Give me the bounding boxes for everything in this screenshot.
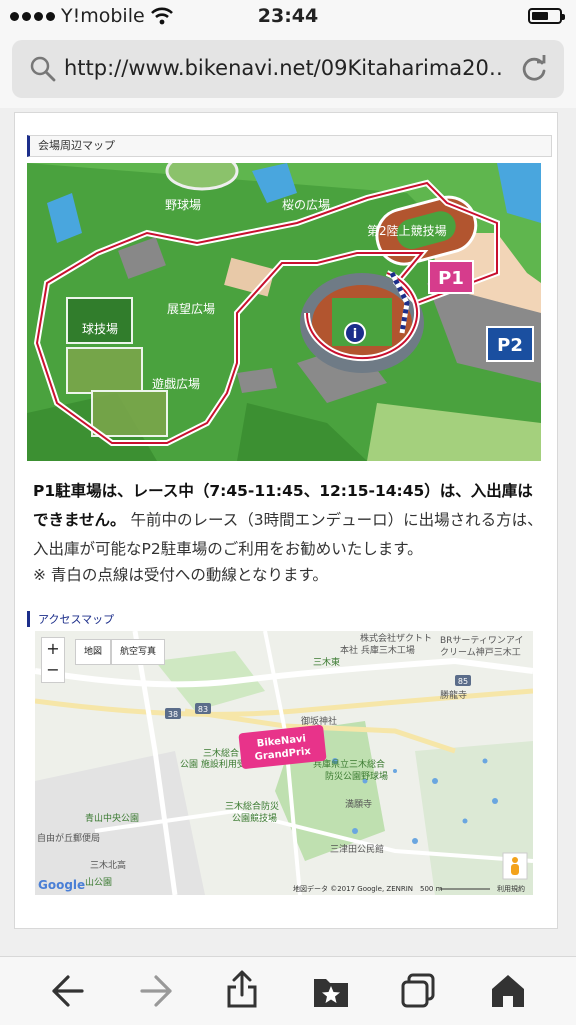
- address-bar-area: http://www.bikenavi.net/09Kitaharima20…: [0, 34, 576, 108]
- svg-text:三木東: 三木東: [313, 656, 340, 668]
- access-map-heading: アクセスマップ: [27, 611, 563, 627]
- svg-text:公園競技場: 公園競技場: [232, 812, 277, 824]
- svg-text:85: 85: [458, 677, 468, 686]
- url-text[interactable]: http://www.bikenavi.net/09Kitaharima20…: [64, 56, 504, 80]
- google-logo: Google: [38, 878, 85, 892]
- svg-text:i: i: [353, 327, 357, 342]
- view-label: 展望広場: [167, 302, 215, 316]
- baseball-label: 野球場: [165, 198, 201, 212]
- svg-text:本社 兵庫三木工場: 本社 兵庫三木工場: [340, 644, 415, 656]
- route-note: ※ 青白の点線は受付への動線となります。: [33, 566, 328, 584]
- map-type-map-button[interactable]: 地図: [75, 639, 112, 665]
- svg-text:500 m: 500 m: [420, 885, 443, 893]
- svg-text:38: 38: [168, 710, 178, 719]
- play-label: 遊戯広場: [152, 376, 200, 391]
- sakura-label: 桜の広場: [282, 198, 330, 212]
- bookmarks-icon[interactable]: [312, 973, 350, 1009]
- battery-icon: [528, 8, 565, 24]
- pegman-icon[interactable]: [502, 852, 528, 880]
- clock: 23:44: [257, 5, 319, 27]
- p1-label: P1: [438, 268, 464, 289]
- zoom-out-button[interactable]: −: [42, 659, 64, 680]
- zoom-controls: + −: [41, 637, 65, 683]
- content-card: 会場周辺マップ 野球場 桜の広場 第2陸上競技場 展望広場 球技場 遊戯広場 P…: [14, 112, 558, 929]
- svg-text:三津田公民館: 三津田公民館: [330, 843, 384, 855]
- svg-text:三木北高: 三木北高: [90, 859, 126, 871]
- svg-text:青山中央公園: 青山中央公園: [85, 812, 139, 824]
- svg-text:満願寺: 満願寺: [345, 799, 372, 810]
- share-icon[interactable]: [224, 969, 260, 1009]
- p2-label: P2: [497, 335, 523, 356]
- search-icon: [30, 56, 56, 82]
- svg-text:防災公園野球場: 防災公園野球場: [325, 770, 388, 782]
- status-bar: Y!mobile 23:44: [0, 0, 576, 34]
- address-bar[interactable]: http://www.bikenavi.net/09Kitaharima20…: [12, 40, 564, 98]
- browser-toolbar: [0, 956, 576, 1025]
- ballfield-label: 球技場: [82, 322, 118, 336]
- svg-text:利用規約: 利用規約: [497, 884, 525, 893]
- venue-map: 野球場 桜の広場 第2陸上競技場 展望広場 球技場 遊戯広場 P1 P2 i: [27, 163, 541, 461]
- svg-text:三木総合: 三木総合: [203, 747, 239, 759]
- forward-icon[interactable]: [138, 973, 176, 1009]
- svg-text:株式会社ザクトト: 株式会社ザクトト: [360, 632, 432, 644]
- parking-notice: P1駐車場は、レース中（7:45-11:45、12:15-14:45）は、入出庫…: [33, 477, 543, 564]
- map-type-satellite-button[interactable]: 航空写真: [111, 639, 166, 665]
- svg-text:勝龍寺: 勝龍寺: [440, 689, 467, 701]
- stadium2-label: 第2陸上競技場: [367, 223, 447, 238]
- zoom-in-button[interactable]: +: [42, 638, 64, 659]
- svg-text:BRサーティワンアイ: BRサーティワンアイ: [440, 635, 523, 646]
- back-icon[interactable]: [48, 973, 86, 1009]
- home-icon[interactable]: [490, 973, 526, 1009]
- svg-text:地図データ ©2017 Google, ZENRIN: 地図データ ©2017 Google, ZENRIN: [293, 884, 413, 893]
- reload-icon[interactable]: [520, 55, 548, 83]
- svg-text:山公園: 山公園: [85, 877, 112, 888]
- svg-text:三木総合防災: 三木総合防災: [225, 800, 279, 812]
- svg-text:自由が丘郵便局: 自由が丘郵便局: [37, 832, 100, 844]
- svg-text:クリーム神戸三木工: クリーム神戸三木工: [440, 646, 521, 658]
- tabs-icon[interactable]: [400, 973, 436, 1009]
- access-map[interactable]: 株式会社ザクトト 本社 兵庫三木工場 BRサーティワンアイ クリーム神戸三木工 …: [35, 631, 533, 895]
- venue-map-heading: 会場周辺マップ: [27, 135, 552, 157]
- svg-text:83: 83: [198, 705, 208, 714]
